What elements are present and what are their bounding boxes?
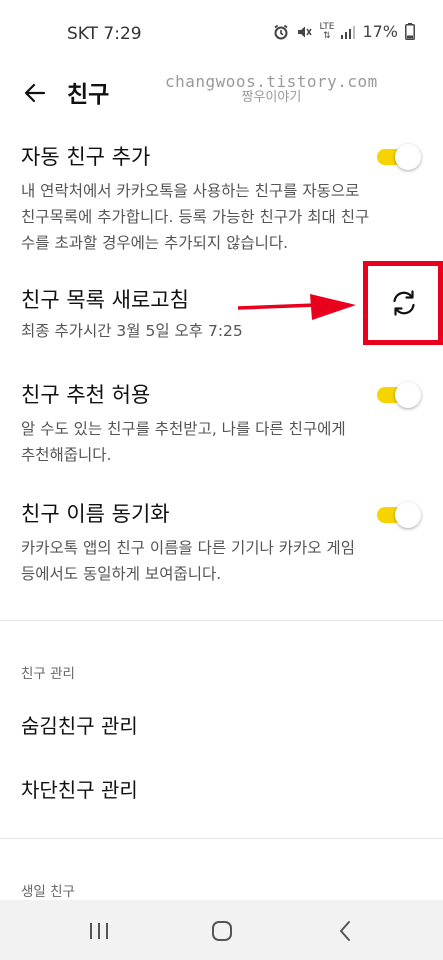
carrier-time: SKT 7:29 <box>67 24 142 44</box>
recent-apps-icon <box>90 923 108 939</box>
description-line: 등에서도 동일하게 보여줍니다. <box>21 565 222 583</box>
blocked-friends-item[interactable]: 차단친구 관리 <box>21 774 138 803</box>
description-line: 카카오톡 앱의 친구 이름을 다른 기기나 카카오 게임 <box>21 539 355 557</box>
setting-title: 친구 추천 허용 <box>21 383 151 407</box>
setting-title: 친구 목록 새로고침 <box>21 288 189 312</box>
hidden-friends-item[interactable]: 숨김친구 관리 <box>21 710 138 739</box>
refresh-icon <box>393 290 415 316</box>
back-arrow-icon <box>24 83 46 103</box>
toggle-knob <box>395 502 421 528</box>
app-header: 친구 changwoos.tistory.com 짱우이야기 <box>0 66 443 118</box>
description-line: 최종 추가시간 3월 5일 오후 7:25 <box>21 322 243 340</box>
watermark-url: changwoos.tistory.com <box>165 72 378 91</box>
status-icons: LTE ⇅ 17% <box>273 22 415 41</box>
lte-icon: LTE ⇅ <box>319 21 335 41</box>
setting-description: 카카오톡 앱의 친구 이름을 다른 기기나 카카오 게임 등에서도 동일하게 보… <box>21 535 422 587</box>
toggle-knob <box>395 382 421 408</box>
status-bar: SKT 7:29 LTE ⇅ 17% <box>0 0 443 66</box>
home-icon <box>212 921 232 941</box>
annotation-arrow-icon <box>238 294 356 320</box>
setting-title: 자동 친구 추가 <box>21 145 151 169</box>
setting-friend-recommendation: 친구 추천 허용 알 수도 있는 친구를 추천받고, 나를 다른 친구에게 추천… <box>21 381 422 468</box>
recommendation-toggle[interactable] <box>377 382 421 408</box>
system-nav-bar <box>0 900 443 960</box>
description-line: 추천해줍니다. <box>21 446 112 464</box>
home-button[interactable] <box>209 918 235 944</box>
setting-name-sync: 친구 이름 동기화 카카오톡 앱의 친구 이름을 다른 기기나 카카오 게임 등… <box>21 500 422 587</box>
watermark: changwoos.tistory.com 짱우이야기 <box>165 72 378 105</box>
recent-apps-button[interactable] <box>86 918 112 944</box>
name-sync-toggle[interactable] <box>377 502 421 528</box>
divider <box>0 838 443 839</box>
auto-add-toggle[interactable] <box>377 144 421 170</box>
setting-refresh-friend-list[interactable]: 친구 목록 새로고침 최종 추가시간 3월 5일 오후 7:25 <box>21 286 422 344</box>
section-label-friend-management: 친구 관리 <box>21 666 75 682</box>
highlight-box <box>363 261 443 345</box>
refresh-button[interactable] <box>389 288 419 318</box>
battery-percent: 17% <box>362 22 398 41</box>
alarm-icon <box>273 24 289 40</box>
watermark-name: 짱우이야기 <box>241 89 302 105</box>
setting-description: 알 수도 있는 친구를 추천받고, 나를 다른 친구에게 추천해줍니다. <box>21 416 422 468</box>
setting-description: 내 연락처에서 카카오톡을 사용하는 친구를 자동으로 친구목록에 추가합니다.… <box>21 178 422 256</box>
description-line: 내 연락처에서 카카오톡을 사용하는 친구를 자동으로 <box>21 182 360 200</box>
setting-auto-add-friends: 자동 친구 추가 내 연락처에서 카카오톡을 사용하는 친구를 자동으로 친구목… <box>21 143 422 256</box>
signal-icon <box>341 25 356 39</box>
mute-icon <box>296 24 313 40</box>
back-icon <box>340 921 350 941</box>
divider <box>0 620 443 621</box>
description-line: 알 수도 있는 친구를 추천받고, 나를 다른 친구에게 <box>21 420 346 438</box>
toggle-knob <box>395 144 421 170</box>
description-line: 친구목록에 추가합니다. 등록 가능한 친구가 최대 친구 <box>21 208 370 226</box>
page-title: 친구 <box>67 82 110 108</box>
nav-back-button[interactable] <box>333 918 359 944</box>
back-button[interactable] <box>18 76 52 110</box>
section-label-birthday: 생일 친구 <box>21 884 75 900</box>
setting-description: 최종 추가시간 3월 5일 오후 7:25 <box>21 318 422 344</box>
battery-icon <box>405 23 415 40</box>
description-line: 수를 초과할 경우에는 추가되지 않습니다. <box>21 234 289 252</box>
setting-title: 친구 이름 동기화 <box>21 502 170 526</box>
